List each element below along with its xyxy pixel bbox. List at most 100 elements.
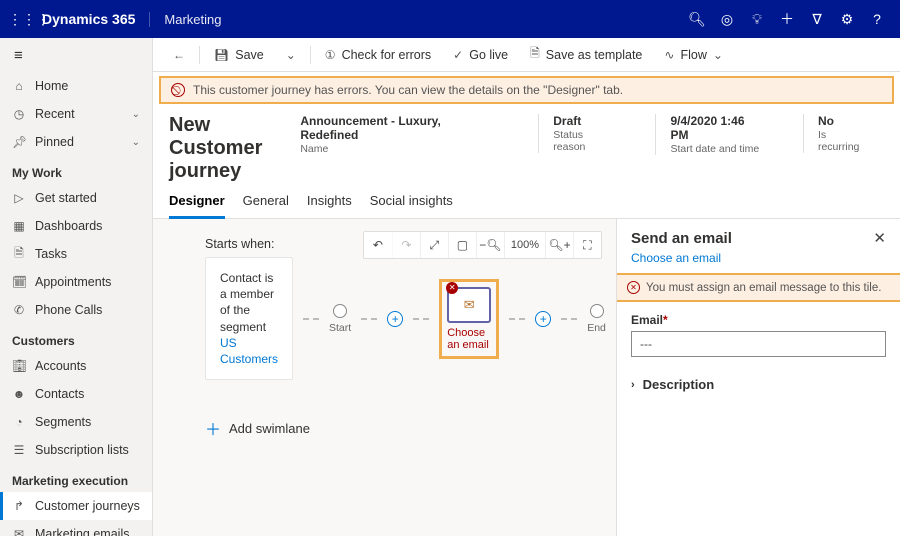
play-icon: ▷ [12,191,26,205]
flow-icon: ∿ [664,48,674,62]
page-title: New Customer journey [169,114,262,183]
app-launcher-icon[interactable]: ⋮⋮⋮ [8,11,32,28]
button-label: Check for errors [342,48,432,62]
add-node-button[interactable]: + [387,311,403,327]
zoom-level[interactable]: 100% [504,232,545,258]
back-button[interactable]: ← [163,44,195,66]
swimlane: Contact is a member of the segment US Cu… [205,257,600,380]
help-icon[interactable]: ? [862,11,892,27]
zoom-out-button[interactable]: −🔍︎ [476,232,504,258]
add-node-button[interactable]: + [535,311,551,327]
description-accordion[interactable]: › Description [617,369,900,400]
undo-button[interactable]: ↶ [364,232,392,258]
add-swimlane-button[interactable]: ＋ Add swimlane [205,416,600,440]
end-label: End [587,322,606,334]
zoom-in-button[interactable]: 🔍︎+ [545,232,573,258]
check-errors-button[interactable]: ①Check for errors [315,44,441,66]
sidebar-item-dashboards[interactable]: ▦ Dashboards [0,212,152,240]
audience-tile[interactable]: Contact is a member of the segment US Cu… [205,257,293,380]
sidebar: ≡ ⌂Home ◷Recent⌄ 📌︎Pinned⌄ My Work ▷Get … [0,38,153,536]
label-text: Email [631,313,663,327]
template-icon: 🗎 [530,44,540,65]
sidebar-item-segments[interactable]: ◔Segments [0,408,152,436]
header-field-status: DraftStatus reason [538,114,631,153]
chevron-right-icon: › [631,379,635,391]
segment-link[interactable]: US Customers [220,336,278,366]
sidebar-item-label: Tasks [35,247,67,261]
designer-canvas[interactable]: ↶ ↷ ⤢ ▢ −🔍︎ 100% 🔍︎+ ⛶ Starts when: Cont… [153,219,616,536]
sidebar-item-tasks[interactable]: 🗎Tasks [0,240,152,268]
save-button[interactable]: 💾︎Save [204,44,274,66]
choose-email-link[interactable]: Choose an email [617,251,900,273]
sidebar-item-pinned[interactable]: 📌︎Pinned⌄ [0,128,152,156]
envelope-icon: ✉ [12,527,26,536]
panel-title: Send an email [631,230,873,247]
flow-button[interactable]: ∿Flow ⌄ [654,44,733,66]
sidebar-item-contacts[interactable]: ☻Contacts [0,380,152,408]
sidebar-item-label: Appointments [35,275,111,289]
button-label: Save as template [546,48,643,62]
sidebar-item-accounts[interactable]: 🏢︎Accounts [0,352,152,380]
sidebar-item-label: Dashboards [35,219,102,233]
sidebar-item-marketing-emails[interactable]: ✉ Marketing emails [0,520,152,536]
sidebar-item-appointments[interactable]: 🗓︎Appointments [0,268,152,296]
assistant-icon[interactable]: 💡︎ [742,11,772,28]
header-field-label: Name [300,143,500,155]
area-label[interactable]: Marketing [149,12,221,27]
header-field-value: Announcement - Luxury, Redefined [300,114,500,142]
sidebar-item-customer-journeys[interactable]: ↱Customer journeys [0,492,152,520]
error-banner: ⃠ This customer journey has errors. You … [159,76,894,104]
dashboard-icon: ▦ [12,219,26,233]
golive-icon: ✓ [453,48,463,62]
sidebar-item-label: Get started [35,191,97,205]
sidebar-item-get-started[interactable]: ▷ Get started [0,184,152,212]
required-asterisk: * [663,313,668,327]
fullscreen-button[interactable]: ⛶ [573,232,601,258]
close-panel-button[interactable]: ✕ [873,229,886,247]
email-tile[interactable]: ✕ ✉ Choose an email [439,279,499,359]
chevron-down-icon: ⌄ [713,48,723,62]
header-field-value: Draft [553,114,617,128]
task-icon[interactable]: ◎ [712,11,742,28]
tab-social-insights[interactable]: Social insights [370,193,453,218]
save-as-template-button[interactable]: 🗎 Save as template [520,40,652,69]
sidebar-item-label: Accounts [35,359,86,373]
button-label: Go live [469,48,508,62]
add-swimlane-label: Add swimlane [229,421,310,436]
search-icon[interactable]: 🔍︎ [682,11,712,28]
start-dot-icon [333,304,347,318]
sidebar-item-label: Customer journeys [35,499,140,513]
canvas-toolbar: ↶ ↷ ⤢ ▢ −🔍︎ 100% 🔍︎+ ⛶ [363,231,602,259]
sidebar-item-label: Pinned [35,135,74,149]
clock-icon: ◷ [12,107,26,121]
go-live-button[interactable]: ✓ Go live [443,44,518,66]
tab-insights[interactable]: Insights [307,193,352,218]
add-icon[interactable]: ＋ [772,9,802,29]
settings-icon[interactable]: ⚙ [832,11,862,28]
email-field: Email* --- [617,312,900,369]
panel-error-text: You must assign an email message to this… [646,282,881,294]
header-field-label: Status reason [553,129,617,153]
sidebar-item-phone-calls[interactable]: ✆Phone Calls [0,296,152,324]
accordion-label: Description [643,377,715,392]
list-icon: ☰ [12,443,26,457]
plus-icon: + [535,311,551,327]
segment-icon: ◔ [12,415,26,429]
sidebar-item-label: Phone Calls [35,303,102,317]
filter-icon[interactable]: ∇ [802,11,832,28]
fit-button[interactable]: ⤢ [420,232,448,258]
save-options-button[interactable]: ⌄ [276,44,306,66]
sidebar-item-label: Marketing emails [35,527,129,536]
header-field-label: Is recurring [818,129,870,153]
minimap-button[interactable]: ▢ [448,232,476,258]
email-tile-label: Choose an email [447,327,491,351]
email-lookup-input[interactable]: --- [631,331,886,357]
sidebar-item-home[interactable]: ⌂Home [0,72,152,100]
hamburger-icon[interactable]: ≡ [0,38,152,72]
tab-designer[interactable]: Designer [169,193,225,219]
sidebar-item-recent[interactable]: ◷Recent⌄ [0,100,152,128]
tab-general[interactable]: General [243,193,289,218]
redo-button[interactable]: ↷ [392,232,420,258]
sidebar-item-subscription-lists[interactable]: ☰Subscription lists [0,436,152,464]
header-field-value: 9/4/2020 1:46 PM [670,114,765,142]
